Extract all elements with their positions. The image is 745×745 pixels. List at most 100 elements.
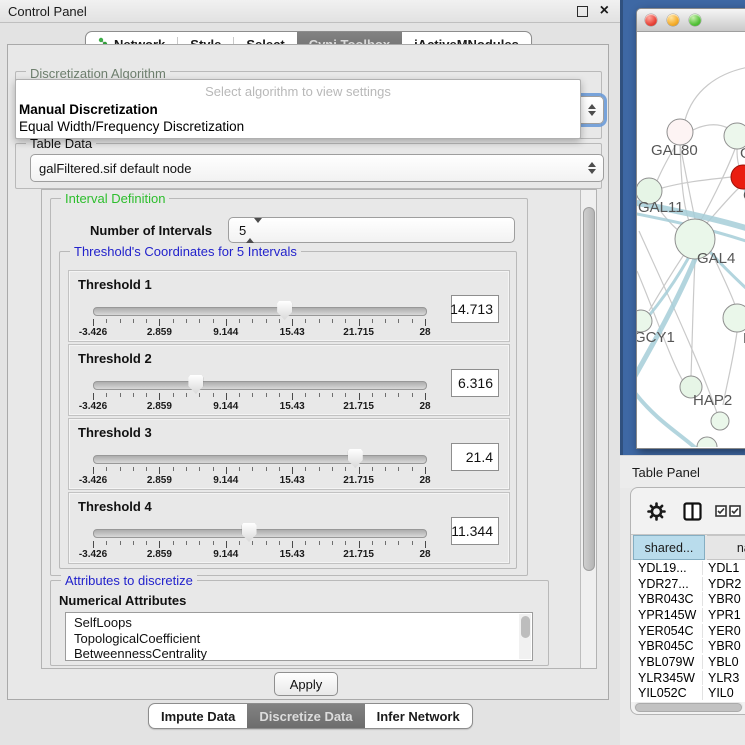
cell-shared-name[interactable]: YBL079W	[631, 655, 703, 669]
tick-label: 15.43	[280, 549, 305, 560]
table-row[interactable]: YBR043CYBR0	[631, 591, 745, 607]
menu-item-manual-discretization[interactable]: Manual Discretization	[19, 102, 158, 117]
network-edge[interactable]	[685, 67, 745, 120]
number-of-intervals-spinner[interactable]: 5	[228, 217, 515, 243]
network-edge[interactable]	[701, 149, 735, 220]
list-scrollbar[interactable]	[519, 614, 531, 659]
table-row[interactable]: YDL19...YDL1	[631, 560, 745, 576]
cell-name[interactable]: YBL0	[703, 655, 745, 669]
network-node-h[interactable]	[723, 304, 745, 332]
table-row[interactable]: YPR145WYPR1	[631, 607, 745, 623]
columns-icon[interactable]	[683, 502, 702, 521]
list-item-selfloops[interactable]: SelfLoops	[66, 613, 532, 631]
threshold-slider-track[interactable]	[93, 381, 427, 390]
cell-name[interactable]: YIL0	[703, 686, 745, 700]
network-edge[interactable]	[693, 125, 731, 130]
tick-mark	[199, 319, 200, 323]
tick-mark	[120, 467, 121, 471]
cell-shared-name[interactable]: YBR045C	[631, 639, 703, 653]
select-columns-checkbox-icon[interactable]	[715, 505, 727, 517]
list-item-topologicalcoefficient[interactable]: TopologicalCoefficient	[66, 631, 532, 647]
cell-shared-name[interactable]: YLR345W	[631, 671, 703, 685]
zoom-traffic-light-icon[interactable]	[689, 14, 701, 26]
cell-name[interactable]: YPR1	[703, 608, 745, 622]
threshold-value-input[interactable]: 14.713	[451, 295, 499, 323]
settings-scrollbar-thumb[interactable]	[583, 207, 595, 571]
tick-mark	[173, 541, 174, 545]
table-row[interactable]: YIL052CYIL0	[631, 686, 745, 702]
tick-mark	[332, 393, 333, 397]
threshold-slider-track[interactable]	[93, 307, 427, 316]
cell-shared-name[interactable]: YIL052C	[631, 686, 703, 700]
cell-shared-name[interactable]: YER054C	[631, 624, 703, 638]
tick-mark	[332, 467, 333, 471]
network-node[interactable]	[697, 437, 717, 447]
cell-shared-name[interactable]: YDR27...	[631, 577, 703, 591]
spinner-arrows-icon	[246, 223, 262, 238]
tab-infer-network[interactable]: Infer Network	[365, 704, 472, 728]
gear-icon[interactable]	[647, 502, 666, 521]
tick-mark	[412, 541, 413, 545]
tick-mark	[412, 319, 413, 323]
cell-name[interactable]: YBR0	[703, 639, 745, 653]
column-header-shared-name[interactable]: shared...	[633, 535, 705, 560]
node-label: GAL11	[638, 199, 684, 216]
table-row[interactable]: YDR27...YDR2	[631, 576, 745, 592]
cell-name[interactable]: YLR3	[703, 671, 745, 685]
settings-scrollbar[interactable]	[580, 190, 596, 668]
network-edge-highlighted[interactable]	[637, 393, 699, 447]
minimize-traffic-light-icon[interactable]	[667, 14, 679, 26]
network-edge[interactable]	[691, 259, 695, 376]
cell-name[interactable]: YBR0	[703, 592, 745, 606]
network-node[interactable]	[711, 412, 729, 430]
threshold-slider-track[interactable]	[93, 455, 427, 464]
slider-ticks	[93, 319, 425, 326]
threshold-slider-track[interactable]	[93, 529, 427, 538]
threshold-panel-1: Threshold 1-3.4262.8599.14415.4321.71528…	[68, 270, 510, 342]
network-edge[interactable]	[649, 253, 685, 311]
tab-discretize-data[interactable]: Discretize Data	[247, 704, 364, 728]
network-view-window[interactable]: GAL80GACGAL11GAL4GCY1HHAP2	[636, 8, 745, 449]
tick-mark	[146, 467, 147, 471]
tick-mark	[226, 393, 227, 400]
threshold-slider-thumb[interactable]	[188, 375, 203, 394]
tick-mark	[199, 541, 200, 545]
cell-shared-name[interactable]: YPR145W	[631, 608, 703, 622]
list-scrollbar-thumb[interactable]	[521, 616, 530, 638]
number-of-intervals-label: Number of Intervals	[90, 223, 212, 238]
threshold-slider-thumb[interactable]	[348, 449, 363, 468]
table-row[interactable]: YBR045CYBR0	[631, 638, 745, 654]
table-row[interactable]: YER054CYER0	[631, 623, 745, 639]
table-hscrollbar-thumb[interactable]	[635, 703, 742, 712]
tick-mark	[159, 541, 160, 548]
menu-item-equal-width-frequency[interactable]: Equal Width/Frequency Discretization	[19, 119, 244, 134]
network-node-c[interactable]	[731, 165, 745, 189]
table-hscrollbar[interactable]	[634, 702, 743, 711]
cell-name[interactable]: YDR2	[703, 577, 745, 591]
threshold-value-input[interactable]: 21.4	[451, 443, 499, 471]
tick-mark	[425, 541, 426, 548]
apply-button[interactable]: Apply	[274, 672, 338, 696]
cell-name[interactable]: YER0	[703, 624, 745, 638]
table-data-combobox[interactable]: galFiltered.sif default node	[30, 154, 604, 182]
threshold-slider-thumb[interactable]	[277, 301, 292, 320]
table-row[interactable]: YBL079WYBL0	[631, 654, 745, 670]
network-canvas[interactable]: GAL80GACGAL11GAL4GCY1HHAP2	[637, 31, 745, 447]
column-header-name[interactable]: name	[707, 535, 745, 560]
node-label: GAL80	[651, 142, 698, 159]
numerical-attributes-list[interactable]: SelfLoopsTopologicalCoefficientBetweenne…	[65, 612, 533, 661]
float-window-icon[interactable]	[577, 6, 588, 17]
close-traffic-light-icon[interactable]	[645, 14, 657, 26]
cell-shared-name[interactable]: YDL19...	[631, 561, 703, 575]
tab-impute-data[interactable]: Impute Data	[149, 704, 247, 728]
tick-mark	[279, 393, 280, 397]
threshold-value-input[interactable]: 6.316	[451, 369, 499, 397]
select-rows-checkbox-icon[interactable]	[729, 505, 741, 517]
cell-shared-name[interactable]: YBR043C	[631, 592, 703, 606]
threshold-slider-thumb[interactable]	[242, 523, 257, 542]
close-icon[interactable]: ×	[600, 1, 609, 21]
table-row[interactable]: YLR345WYLR3	[631, 670, 745, 686]
threshold-value-input[interactable]: 11.344	[451, 517, 499, 545]
cell-name[interactable]: YDL1	[703, 561, 745, 575]
list-item-betweennesscentrality[interactable]: BetweennessCentrality	[66, 646, 532, 661]
